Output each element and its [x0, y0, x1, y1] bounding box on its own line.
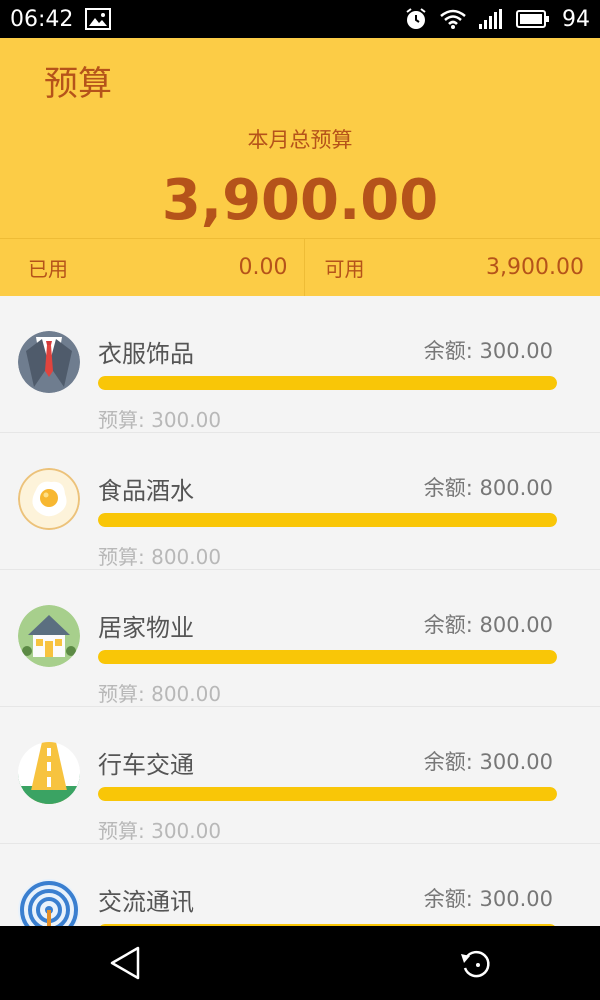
progress-bar [98, 513, 557, 527]
suit-icon [18, 331, 80, 393]
used-label: 已用 [28, 257, 68, 281]
list-item-home[interactable]: 居家物业 余额: 800.00 预算: 800.00 [0, 570, 600, 707]
status-right: 94 [404, 7, 590, 32]
back-icon[interactable] [108, 945, 142, 981]
egg-icon [18, 468, 80, 530]
page-title: 预算 [44, 64, 112, 104]
signal-icon [478, 8, 504, 30]
road-icon [18, 742, 80, 804]
used-value: 0.00 [238, 255, 288, 280]
budget-header: 预算 本月总预算 3,900.00 已用 0.00 可用 3,900.00 [0, 38, 600, 296]
list-item-communication[interactable]: 交流通讯 余额: 300.00 [0, 844, 600, 926]
category-name: 交流通讯 [98, 888, 194, 916]
list-item-clothing[interactable]: 衣服饰品 余额: 300.00 预算: 300.00 [0, 296, 600, 433]
total-budget-amount[interactable]: 3,900.00 [0, 168, 600, 233]
total-budget-label: 本月总预算 [247, 128, 353, 152]
progress-bar [98, 787, 557, 801]
category-budget: 预算: 300.00 [98, 408, 222, 432]
available-summary: 可用 3,900.00 [303, 239, 600, 296]
summary-row: 已用 0.00 可用 3,900.00 [0, 238, 600, 296]
progress-fill [98, 650, 557, 664]
category-name: 食品酒水 [98, 477, 194, 505]
status-bar: 06:42 94 [0, 0, 600, 38]
category-balance: 余额: 800.00 [423, 613, 553, 637]
navigation-bar [0, 926, 600, 1000]
available-label: 可用 [324, 257, 365, 281]
available-value: 3,900.00 [486, 255, 584, 280]
used-summary: 已用 0.00 [0, 239, 304, 296]
status-time: 06:42 [10, 6, 74, 32]
category-balance: 余额: 300.00 [423, 750, 553, 774]
status-left: 06:42 [10, 6, 112, 32]
rotate-icon[interactable] [458, 946, 494, 982]
list-item-transport[interactable]: 行车交通 余额: 300.00 预算: 300.00 [0, 707, 600, 844]
progress-fill [98, 513, 557, 527]
battery-level: 94 [562, 6, 590, 32]
list-item-food[interactable]: 食品酒水 余额: 800.00 预算: 800.00 [0, 433, 600, 570]
category-name: 居家物业 [98, 614, 194, 642]
progress-bar [98, 650, 557, 664]
image-icon [85, 8, 112, 30]
category-balance: 余额: 800.00 [423, 476, 553, 500]
budget-category-list[interactable]: 衣服饰品 余额: 300.00 预算: 300.00 食品酒水 余额: 800.… [0, 296, 600, 926]
progress-bar [98, 376, 557, 390]
progress-fill [98, 787, 557, 801]
category-balance: 余额: 300.00 [423, 339, 553, 363]
category-budget: 预算: 800.00 [98, 545, 222, 569]
antenna-icon [18, 879, 80, 926]
category-budget: 预算: 800.00 [98, 682, 222, 706]
battery-icon [516, 9, 550, 29]
category-name: 行车交通 [98, 751, 194, 779]
house-icon [18, 605, 80, 667]
category-balance: 余额: 300.00 [423, 887, 553, 911]
alarm-icon [404, 7, 428, 31]
progress-fill [98, 376, 557, 390]
category-name: 衣服饰品 [98, 340, 194, 368]
wifi-icon [440, 8, 466, 30]
category-budget: 预算: 300.00 [98, 819, 222, 843]
